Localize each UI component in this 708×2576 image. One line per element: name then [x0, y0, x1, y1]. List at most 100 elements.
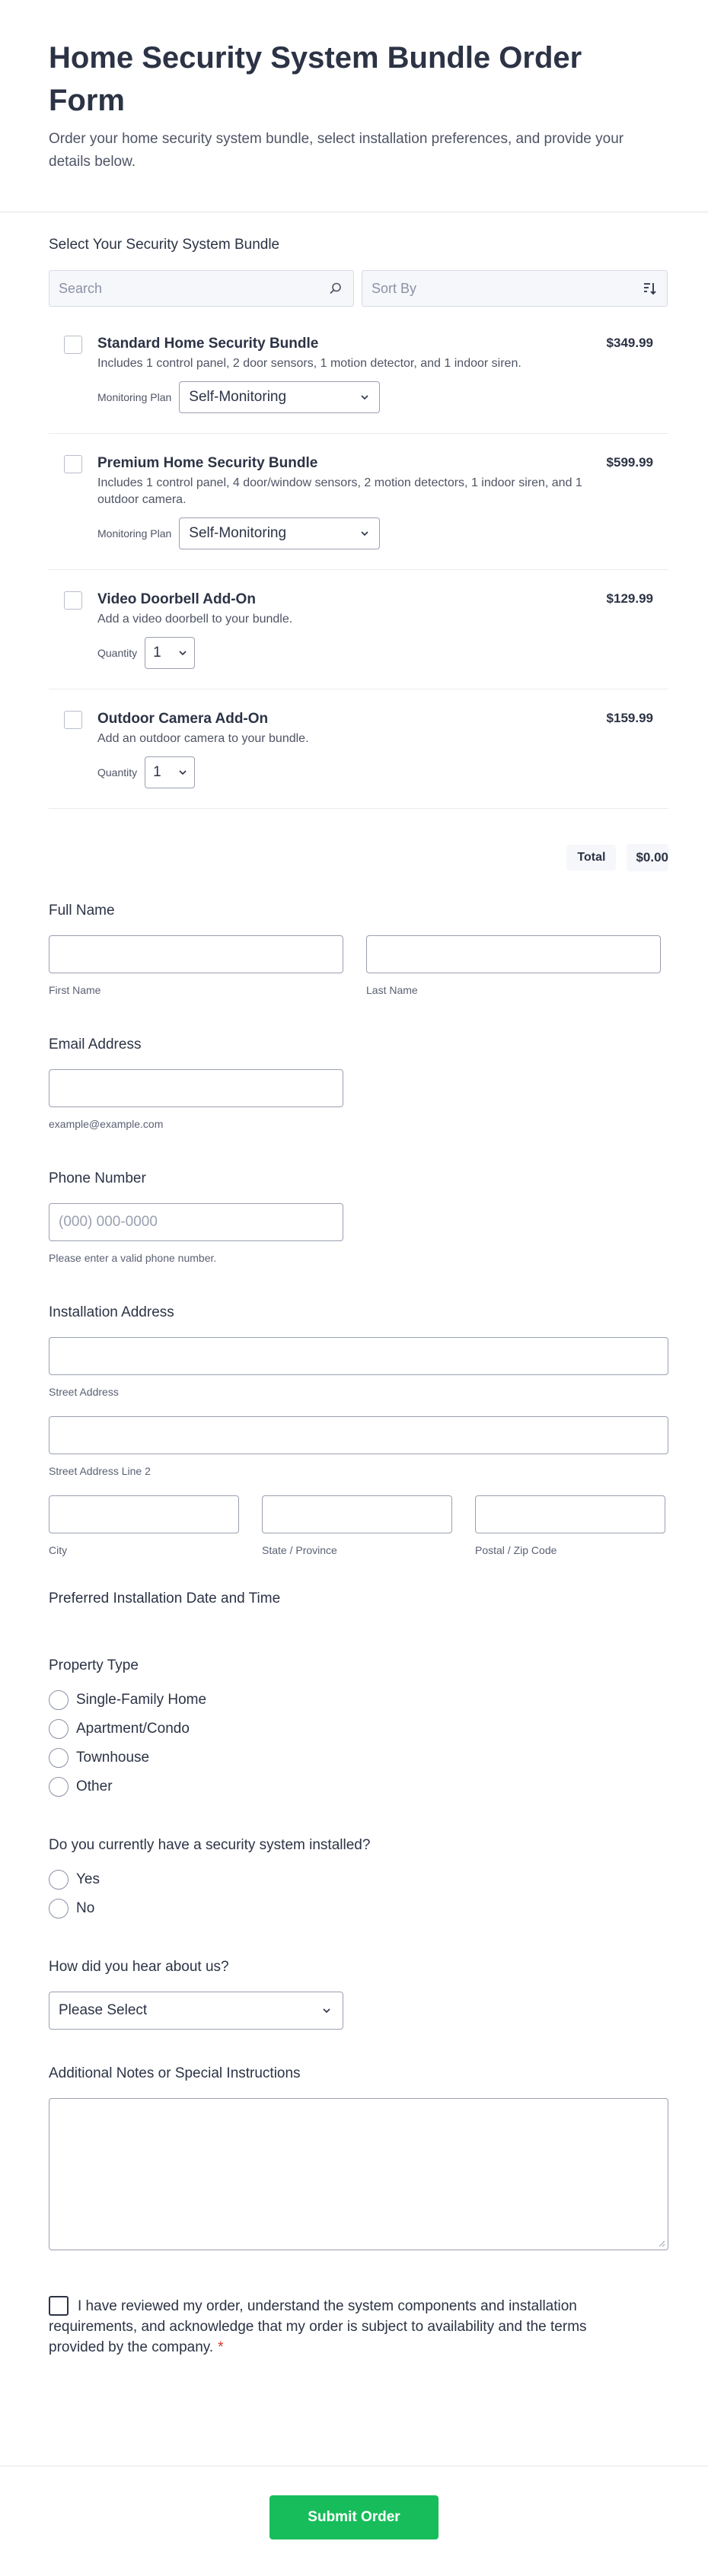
radio-button[interactable] [49, 1870, 69, 1890]
street-col: Street Address [49, 1337, 668, 1398]
zip-sublabel: Postal / Zip Code [475, 1544, 557, 1556]
radio-option-townhouse[interactable]: Townhouse [49, 1743, 668, 1772]
quantity-value: 1 [153, 645, 161, 661]
product-title: Premium Home Security Bundle [97, 455, 318, 471]
product-item: Video Doorbell Add-On Add a video doorbe… [49, 570, 668, 689]
form-description: Order your home security system bundle, … [49, 131, 624, 170]
email-label: Email Address [49, 1036, 142, 1052]
product-body: Video Doorbell Add-On Add a video doorbe… [97, 591, 585, 669]
product-list-section: Select Your Security System Bundle Searc… [49, 212, 668, 877]
radio-option-yes[interactable]: Yes [49, 1865, 668, 1894]
product-list: Standard Home Security Bundle Includes 1… [49, 314, 668, 809]
last-name-col: Last Name [366, 935, 661, 996]
street-row: Street Address [49, 1337, 668, 1398]
product-checkbox[interactable] [64, 711, 82, 729]
first-name-sublabel: First Name [49, 984, 101, 996]
product-price: $129.99 [606, 591, 653, 606]
phone-sublabel: Please enter a valid phone number. [49, 1252, 217, 1264]
street-address-line2-input[interactable] [49, 1416, 668, 1454]
radio-label: No [76, 1900, 95, 1916]
radio-button[interactable] [49, 1690, 69, 1710]
radio-label: Townhouse [76, 1750, 150, 1766]
email-col: example@example.com [49, 1069, 343, 1130]
notes-label: Additional Notes or Special Instructions [49, 2065, 301, 2081]
product-item: Standard Home Security Bundle Includes 1… [49, 314, 668, 434]
zip-input[interactable] [475, 1495, 665, 1533]
monitoring-plan-label: Monitoring Plan [97, 391, 172, 403]
product-sort-dropdown[interactable]: Sort By [362, 270, 668, 307]
city-sublabel: City [49, 1544, 68, 1556]
state-col: State / Province [262, 1495, 452, 1556]
product-checkbox[interactable] [64, 336, 82, 354]
quantity-select[interactable]: 1 [145, 756, 196, 788]
radio-button[interactable] [49, 1719, 69, 1739]
property-type-label: Property Type [49, 1657, 139, 1673]
product-title: Outdoor Camera Add-On [97, 711, 269, 727]
installation-datetime-label: Preferred Installation Date and Time [49, 1590, 281, 1606]
search-icon [327, 280, 344, 297]
email-input[interactable] [49, 1069, 343, 1107]
city-state-zip-row: City State / Province Postal / Zip Code [49, 1495, 668, 1556]
product-search-input[interactable]: Search [49, 270, 354, 307]
monitoring-plan-select[interactable]: Self-Monitoring [179, 517, 381, 549]
product-option-row: Quantity 1 [97, 637, 585, 669]
product-checkbox[interactable] [64, 455, 82, 473]
product-title: Video Doorbell Add-On [97, 591, 256, 607]
email-input-row: example@example.com [49, 1069, 668, 1130]
referral-dropdown[interactable]: Please Select [49, 1992, 343, 2030]
radio-button[interactable] [49, 1748, 69, 1768]
monitoring-plan-value: Self-Monitoring [189, 389, 287, 405]
product-title: Standard Home Security Bundle [97, 336, 319, 352]
sort-placeholder: Sort By [372, 280, 417, 296]
property-type-field: Property Type Single-Family Home Apartme… [49, 1657, 668, 1801]
radio-button[interactable] [49, 1899, 69, 1918]
product-checkbox[interactable] [64, 591, 82, 610]
radio-option-single-family[interactable]: Single-Family Home [49, 1686, 668, 1715]
last-name-input[interactable] [366, 935, 661, 973]
phone-label: Phone Number [49, 1170, 146, 1186]
property-type-options: Single-Family Home Apartment/Condo Townh… [49, 1686, 668, 1801]
state-sublabel: State / Province [262, 1544, 337, 1556]
resize-grip-icon[interactable] [658, 2240, 665, 2247]
monitoring-plan-select[interactable]: Self-Monitoring [179, 381, 381, 413]
street-address-input[interactable] [49, 1337, 668, 1375]
order-form-page: Home Security System Bundle Order Form O… [0, 0, 708, 2576]
first-name-input[interactable] [49, 935, 343, 973]
order-total-row: Total $0.00 [49, 809, 668, 877]
submit-order-button[interactable]: Submit Order [269, 2495, 439, 2539]
radio-option-other[interactable]: Other [49, 1772, 668, 1801]
first-name-col: First Name [49, 935, 343, 996]
product-option-row: Monitoring Plan Self-Monitoring [97, 381, 585, 413]
radio-option-no[interactable]: No [49, 1894, 668, 1923]
zip-col: Postal / Zip Code [475, 1495, 665, 1556]
terms-text: I have reviewed my order, understand the… [49, 2298, 587, 2355]
city-col: City [49, 1495, 239, 1556]
last-name-sublabel: Last Name [366, 984, 418, 996]
street-sublabel: Street Address [49, 1386, 119, 1398]
product-description: Includes 1 control panel, 2 door sensors… [97, 357, 521, 370]
phone-input-row: (000) 000-0000 Please enter a valid phon… [49, 1203, 668, 1264]
radio-button[interactable] [49, 1777, 69, 1797]
product-option-row: Quantity 1 [97, 756, 585, 788]
product-body: Outdoor Camera Add-On Add an outdoor cam… [97, 711, 585, 788]
radio-option-apartment[interactable]: Apartment/Condo [49, 1715, 668, 1743]
email-sublabel: example@example.com [49, 1118, 164, 1130]
product-toolbar: Search Sort By [49, 270, 668, 307]
quantity-select[interactable]: 1 [145, 637, 196, 669]
product-section-label: Select Your Security System Bundle [49, 237, 280, 253]
product-price: $599.99 [606, 455, 653, 470]
total-label: Total [566, 845, 617, 871]
chevron-down-icon [361, 531, 368, 537]
notes-field: Additional Notes or Special Instructions [49, 2065, 668, 2250]
form-header: Home Security System Bundle Order Form O… [0, 0, 708, 212]
city-input[interactable] [49, 1495, 239, 1533]
product-price: $349.99 [606, 336, 653, 350]
referral-label: How did you hear about us? [49, 1959, 229, 1975]
phone-input[interactable]: (000) 000-0000 [49, 1203, 343, 1241]
street2-col: Street Address Line 2 [49, 1416, 668, 1477]
notes-textarea[interactable] [49, 2098, 668, 2250]
state-input[interactable] [262, 1495, 452, 1533]
installation-datetime-field: Preferred Installation Date and Time [49, 1590, 668, 1608]
phone-col: (000) 000-0000 Please enter a valid phon… [49, 1203, 343, 1264]
quantity-label: Quantity [97, 647, 138, 659]
